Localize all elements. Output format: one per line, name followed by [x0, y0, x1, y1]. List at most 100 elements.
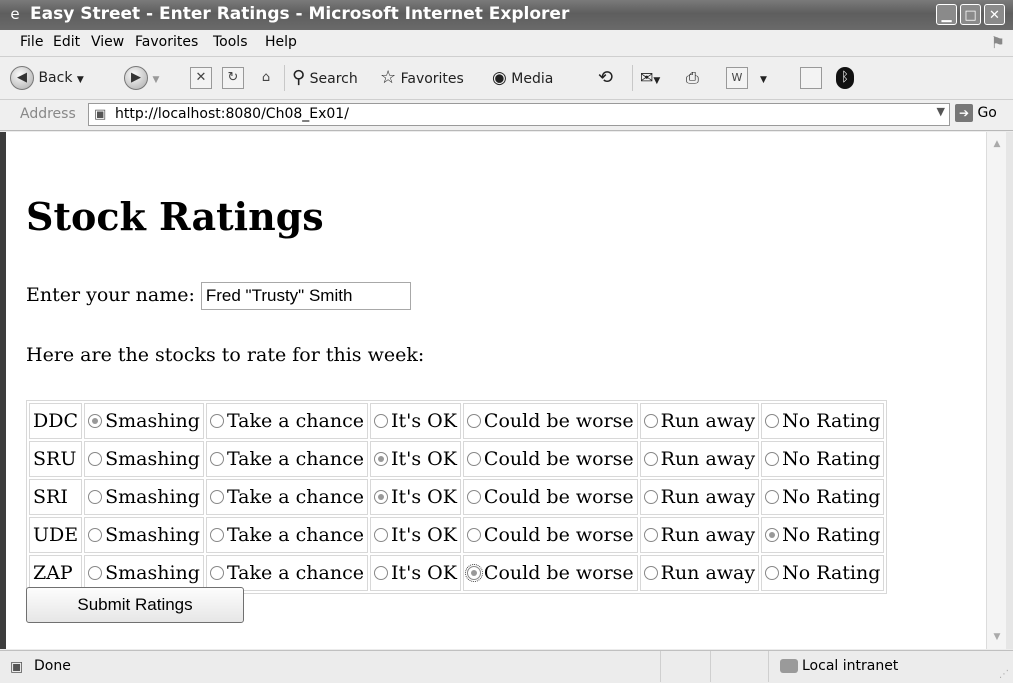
rating-radio[interactable]	[765, 490, 780, 504]
rating-radio[interactable]	[765, 452, 780, 466]
rating-radio[interactable]	[209, 414, 224, 428]
menu-edit[interactable]: Edit	[53, 34, 80, 50]
bluetooth-icon: ᛒ	[836, 67, 854, 89]
rating-option[interactable]: It's OK	[369, 517, 461, 553]
refresh-button[interactable]: ↻	[222, 65, 244, 91]
address-dropdown-icon[interactable]: ▼	[937, 105, 945, 118]
submit-ratings-button[interactable]: Submit Ratings	[26, 587, 244, 623]
rating-radio[interactable]	[373, 414, 388, 428]
rating-option[interactable]: Smashing	[84, 479, 204, 515]
rating-option[interactable]: Smashing	[84, 555, 204, 591]
rating-radio[interactable]	[88, 452, 103, 466]
print-button[interactable]: ⎙	[686, 65, 699, 91]
rating-radio[interactable]	[88, 566, 103, 580]
rating-radio[interactable]	[765, 414, 780, 428]
go-button[interactable]: ➔ Go	[955, 104, 997, 122]
rating-option[interactable]: Smashing	[84, 517, 204, 553]
forward-button[interactable]: ▶ ▼	[124, 65, 159, 91]
resize-grip-icon[interactable]: ⋰	[999, 669, 1009, 680]
back-dropdown-icon[interactable]: ▼	[77, 75, 84, 85]
rating-radio[interactable]	[643, 566, 658, 580]
back-button[interactable]: ◀ Back ▼	[10, 65, 84, 91]
rating-radio[interactable]	[643, 490, 658, 504]
media-icon: ◉	[492, 68, 507, 88]
bluetooth-button[interactable]: ᛒ	[836, 65, 854, 91]
rating-option[interactable]: No Rating	[761, 517, 885, 553]
rating-option[interactable]: Run away	[639, 517, 760, 553]
rating-option[interactable]: Take a chance	[205, 555, 368, 591]
menu-file[interactable]: File	[20, 34, 43, 50]
rating-radio[interactable]	[466, 414, 481, 428]
refresh-icon: ↻	[222, 67, 244, 89]
rating-option[interactable]: It's OK	[369, 555, 461, 591]
rating-radio[interactable]	[466, 528, 481, 542]
rating-option[interactable]: Take a chance	[205, 441, 368, 477]
rating-option[interactable]: No Rating	[761, 403, 885, 439]
rating-radio[interactable]	[765, 566, 780, 580]
rating-radio[interactable]	[209, 528, 224, 542]
rating-option[interactable]: No Rating	[761, 441, 885, 477]
rating-radio[interactable]	[373, 528, 388, 542]
rating-radio[interactable]	[765, 528, 780, 542]
maximize-button[interactable]: □	[960, 4, 981, 25]
rating-option[interactable]: It's OK	[369, 479, 461, 515]
minimize-button[interactable]: ▁	[936, 4, 957, 25]
rating-radio[interactable]	[643, 414, 658, 428]
rating-option[interactable]: Take a chance	[205, 403, 368, 439]
rating-option[interactable]: Could be worse	[462, 403, 638, 439]
menu-tools[interactable]: Tools	[213, 34, 248, 50]
rating-radio[interactable]	[466, 490, 481, 504]
security-zone: Local intranet	[780, 658, 898, 674]
rating-label: Take a chance	[226, 562, 364, 584]
rating-option[interactable]: Run away	[639, 479, 760, 515]
rating-radio[interactable]	[643, 452, 658, 466]
rating-radio[interactable]	[88, 490, 103, 504]
home-button[interactable]: ⌂	[256, 65, 276, 91]
history-button[interactable]: ⟲	[598, 65, 613, 91]
search-button[interactable]: ⚲ Search	[292, 65, 358, 91]
scroll-up-icon[interactable]: ▲	[989, 136, 1005, 152]
rating-radio[interactable]	[466, 452, 481, 466]
rating-option[interactable]: Could be worse	[462, 517, 638, 553]
rating-radio[interactable]	[88, 414, 103, 428]
forward-dropdown-icon[interactable]: ▼	[152, 75, 159, 85]
rating-radio[interactable]	[88, 528, 103, 542]
rating-radio[interactable]	[373, 452, 388, 466]
rating-radio[interactable]	[373, 490, 388, 504]
name-input[interactable]	[200, 282, 411, 310]
rating-radio[interactable]	[464, 564, 483, 582]
rating-option[interactable]: Take a chance	[205, 517, 368, 553]
rating-option[interactable]: Run away	[639, 403, 760, 439]
rating-option[interactable]: Run away	[639, 555, 760, 591]
rating-radio[interactable]	[209, 452, 224, 466]
rating-option[interactable]: Take a chance	[205, 479, 368, 515]
title-bar: e Easy Street - Enter Ratings - Microsof…	[0, 0, 1013, 30]
close-button[interactable]: ✕	[984, 4, 1005, 25]
rating-radio[interactable]	[209, 490, 224, 504]
menu-favorites[interactable]: Favorites	[135, 34, 198, 50]
rating-option[interactable]: No Rating	[761, 479, 885, 515]
scroll-down-icon[interactable]: ▼	[989, 629, 1005, 645]
favorites-button[interactable]: ☆ Favorites	[380, 65, 464, 91]
rating-option[interactable]: Smashing	[84, 403, 204, 439]
rating-option[interactable]: It's OK	[369, 403, 461, 439]
rating-radio[interactable]	[209, 566, 224, 580]
rating-option[interactable]: Could be worse	[462, 441, 638, 477]
edit-button[interactable]: W ▼	[726, 65, 767, 91]
rating-option[interactable]: Could be worse	[462, 479, 638, 515]
menu-view[interactable]: View	[91, 34, 124, 50]
address-input[interactable]: ▣ http://localhost:8080/Ch08_Ex01/ ▼	[88, 103, 950, 126]
rating-option[interactable]: Smashing	[84, 441, 204, 477]
rating-option[interactable]: No Rating	[761, 555, 885, 591]
rating-option[interactable]: Could be worse	[462, 555, 638, 591]
discuss-button[interactable]	[800, 65, 822, 91]
rating-option[interactable]: It's OK	[369, 441, 461, 477]
stop-button[interactable]: ✕	[190, 65, 212, 91]
vertical-scrollbar[interactable]: ▲ ▼	[986, 132, 1007, 649]
media-button[interactable]: ◉ Media	[492, 65, 553, 91]
rating-radio[interactable]	[643, 528, 658, 542]
rating-radio[interactable]	[373, 566, 388, 580]
menu-help[interactable]: Help	[265, 34, 297, 50]
rating-option[interactable]: Run away	[639, 441, 760, 477]
mail-button[interactable]: ✉▼	[640, 65, 660, 91]
